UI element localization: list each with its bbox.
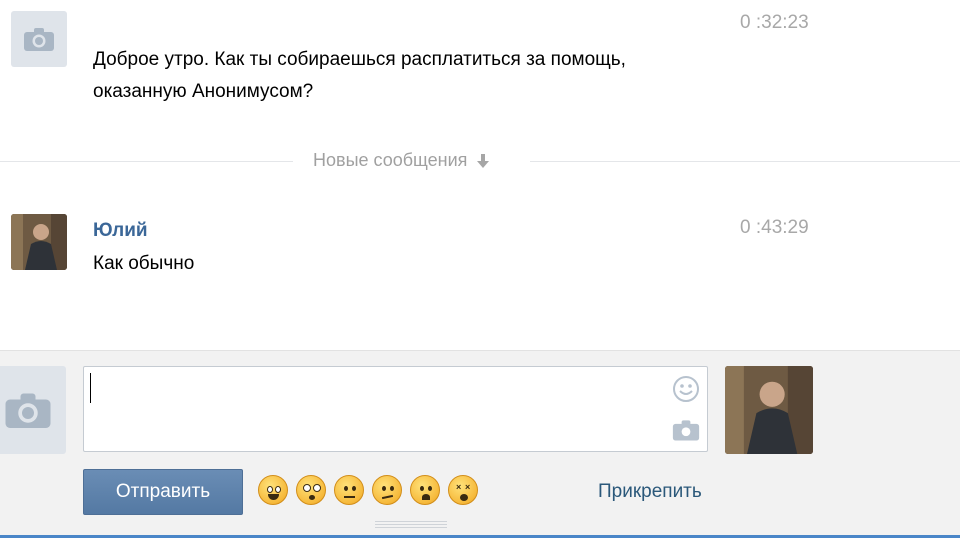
resize-handle[interactable] [375, 521, 447, 529]
avatar-placeholder[interactable] [11, 11, 67, 67]
camera-icon[interactable] [672, 419, 700, 441]
divider-label: Новые сообщения [313, 150, 490, 171]
user-photo [725, 366, 813, 454]
divider-line-right [530, 161, 960, 162]
text-caret [90, 373, 91, 403]
message-author[interactable]: Юлий [93, 220, 148, 242]
message-text: Доброе утро. Как ты собираешься расплати… [93, 49, 626, 102]
shocked-icon[interactable] [296, 475, 326, 505]
camera-icon [24, 28, 54, 51]
emoji-bar: × × [258, 475, 478, 505]
recipient-avatar[interactable] [725, 366, 813, 454]
divider-line-left [0, 161, 293, 162]
grin-icon[interactable] [258, 475, 288, 505]
send-button[interactable]: Отправить [83, 469, 243, 515]
user-photo [11, 214, 67, 270]
attach-link[interactable]: Прикрепить [598, 481, 702, 503]
message-input[interactable] [83, 366, 708, 452]
neutral-icon[interactable] [334, 475, 364, 505]
confused-icon[interactable] [372, 475, 402, 505]
message-time: 0 :32:23 [740, 12, 809, 33]
dizzy-icon[interactable]: × × [448, 475, 478, 505]
camera-icon [5, 393, 51, 428]
composer: Отправить × × Прикрепить [0, 350, 960, 538]
message-text: Как обычно [93, 253, 195, 274]
sad-icon[interactable] [410, 475, 440, 505]
message-time: 0 :43:29 [740, 217, 809, 238]
user-avatar[interactable] [11, 214, 67, 270]
new-messages-label: Новые сообщения [313, 150, 468, 170]
my-avatar-placeholder[interactable] [0, 366, 66, 454]
message-2: Юлий 0 :43:29 Как обычно [0, 200, 960, 340]
new-messages-divider: Новые сообщения [0, 148, 960, 174]
arrow-down-icon [477, 153, 490, 168]
smile-icon[interactable] [672, 375, 700, 403]
message-1: 0 :32:23 Доброе утро. Как ты собираешься… [0, 0, 960, 140]
